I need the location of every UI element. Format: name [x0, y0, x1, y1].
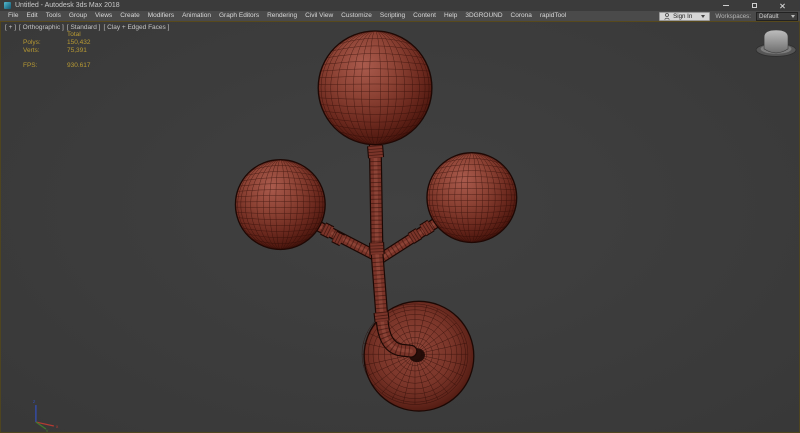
- menubar-right-cluster: Sign In Workspaces: Default: [659, 11, 798, 21]
- menu-item-help[interactable]: Help: [440, 11, 461, 21]
- stats-fps-label: FPS:: [23, 62, 59, 70]
- tube-joint-collar: [334, 236, 342, 240]
- viewport-preset-label[interactable]: [ Standard ]: [67, 24, 101, 31]
- window-title: Untitled - Autodesk 3ds Max 2018: [15, 0, 120, 11]
- stats-verts-label: Verts:: [23, 47, 59, 55]
- menu-item-3dground[interactable]: 3DGROUND: [461, 11, 506, 21]
- close-icon: [779, 3, 785, 9]
- tube-joint-collar: [375, 146, 376, 158]
- menu-item-animation[interactable]: Animation: [178, 11, 215, 21]
- close-button[interactable]: [776, 1, 788, 10]
- maximize-button[interactable]: [748, 1, 760, 10]
- user-icon: [664, 13, 670, 20]
- menu-item-scripting[interactable]: Scripting: [376, 11, 409, 21]
- axis-x-label: x: [56, 424, 59, 430]
- minimize-button[interactable]: [720, 1, 732, 10]
- tube-joint-collar: [423, 226, 431, 231]
- menu-item-corona[interactable]: Corona: [507, 11, 536, 21]
- menu-bar: File Edit Tools Group Views Create Modif…: [0, 11, 800, 22]
- stats-verts-value: 75,391: [67, 47, 91, 55]
- minimize-icon: [723, 5, 729, 6]
- tube-joint-collar: [411, 233, 419, 238]
- viewport-general-menu[interactable]: [ + ]: [5, 24, 16, 31]
- workspaces-selected: Default: [759, 13, 779, 20]
- menu-item-tools[interactable]: Tools: [42, 11, 65, 21]
- maximize-icon: [752, 3, 757, 8]
- menu-item-civil-view[interactable]: Civil View: [301, 11, 337, 21]
- statistics-overlay: Total Polys: 150,432 Verts: 75,391 FPS: 930…: [23, 31, 91, 70]
- viewport: z x y [ + ] [ Orthographic ] [ Standard …: [0, 22, 800, 433]
- main-menus: File Edit Tools Group Views Create Modif…: [4, 11, 570, 21]
- workspaces-label: Workspaces:: [715, 13, 751, 20]
- sign-in-button[interactable]: Sign In: [659, 12, 710, 21]
- workspaces-dropdown[interactable]: Default: [756, 12, 798, 21]
- menu-item-rendering[interactable]: Rendering: [263, 11, 301, 21]
- menu-item-file[interactable]: File: [4, 11, 22, 21]
- viewport-label: [ + ] [ Orthographic ] [ Standard ] [ Cl…: [5, 24, 169, 31]
- menu-item-edit[interactable]: Edit: [22, 11, 41, 21]
- stats-polys-label: Polys:: [23, 39, 59, 47]
- sphere-left[interactable]: [235, 159, 325, 249]
- chevron-down-icon: [791, 15, 795, 18]
- menu-item-customize[interactable]: Customize: [337, 11, 376, 21]
- model-group[interactable]: [235, 31, 516, 411]
- viewport-shading-label[interactable]: [ Clay + Edged Faces ]: [103, 24, 169, 31]
- stats-total-header: Total: [67, 31, 91, 39]
- tube-joint-collar: [323, 228, 331, 232]
- world-axis-gizmo: z x y: [33, 399, 59, 432]
- menu-item-content[interactable]: Content: [409, 11, 440, 21]
- menu-item-rapidtool[interactable]: rapidTool: [536, 11, 570, 21]
- title-bar: Untitled - Autodesk 3ds Max 2018: [0, 0, 800, 11]
- axis-z-label: z: [33, 399, 36, 405]
- hat-widget[interactable]: [756, 30, 796, 56]
- axis-y-label: y: [46, 428, 49, 432]
- menu-item-graph-editors[interactable]: Graph Editors: [215, 11, 263, 21]
- menu-item-create[interactable]: Create: [116, 11, 144, 21]
- sphere-top[interactable]: [318, 31, 432, 145]
- menu-item-modifiers[interactable]: Modifiers: [144, 11, 178, 21]
- stats-polys-value: 150,432: [67, 39, 91, 47]
- menu-item-group[interactable]: Group: [65, 11, 91, 21]
- sphere-right[interactable]: [427, 152, 517, 242]
- tube-joint-collar: [381, 312, 382, 321]
- sign-in-label: Sign In: [673, 12, 692, 21]
- 3ds-max-logo-icon[interactable]: [4, 2, 11, 9]
- stats-fps-value: 930.617: [67, 62, 91, 70]
- viewport-pov-label[interactable]: [ Orthographic ]: [19, 24, 64, 31]
- app-window: Untitled - Autodesk 3ds Max 2018 File Ed…: [0, 0, 800, 433]
- viewport-canvas[interactable]: z x y: [1, 22, 799, 432]
- window-controls: [720, 1, 796, 10]
- chevron-down-icon: [701, 15, 705, 18]
- menu-item-views[interactable]: Views: [91, 11, 116, 21]
